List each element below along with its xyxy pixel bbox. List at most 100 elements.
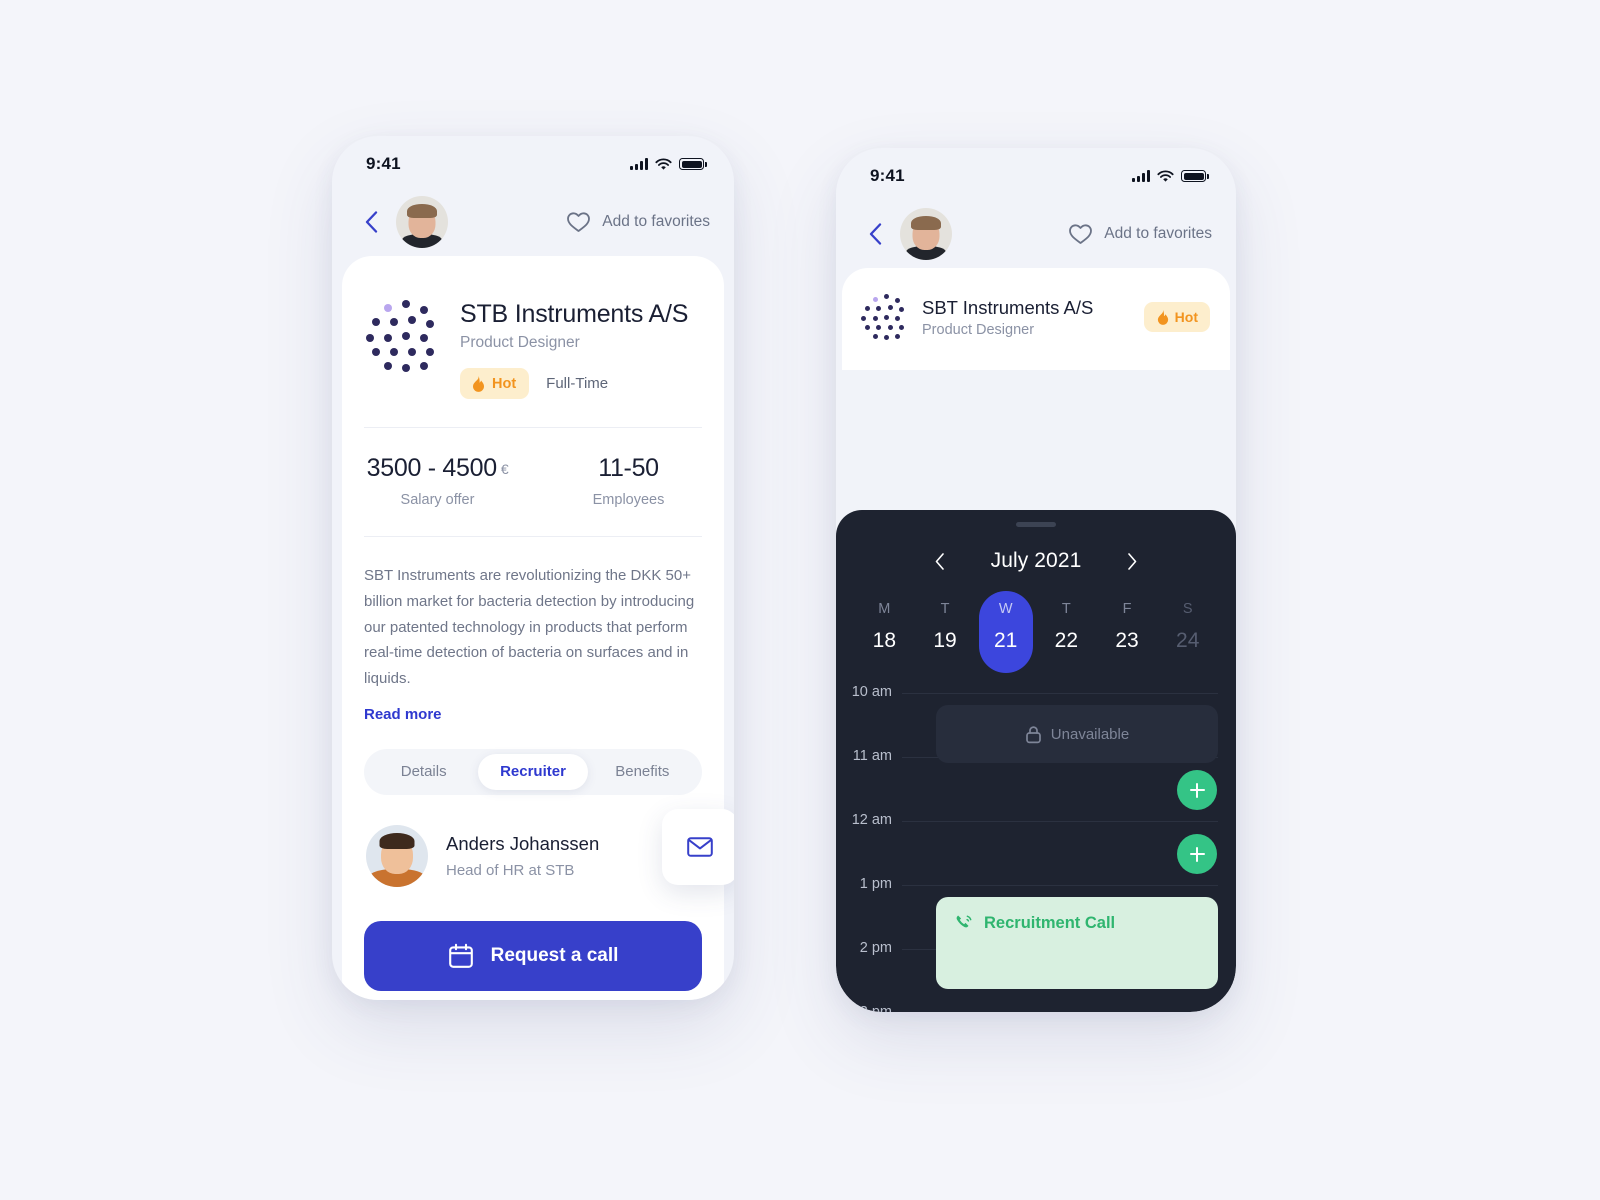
day-letter: M bbox=[878, 601, 891, 617]
chevron-left-icon bbox=[365, 211, 377, 233]
day-letter: S bbox=[1182, 601, 1193, 617]
employment-type: Full-Time bbox=[546, 375, 609, 392]
salary-currency: € bbox=[500, 461, 509, 477]
next-month-button[interactable] bbox=[1121, 550, 1143, 572]
add-slot-button[interactable] bbox=[1177, 770, 1217, 810]
unavailable-label: Unavailable bbox=[1050, 725, 1130, 743]
calendar-day-21-selected[interactable]: W 21 bbox=[975, 589, 1036, 667]
timeline-hour-label: 11 am bbox=[852, 748, 892, 764]
back-button[interactable] bbox=[358, 209, 384, 235]
timeline-hour-label: 3 pm bbox=[859, 1004, 892, 1012]
canvas: 9:41 Add to favorites STB Instruments A/… bbox=[0, 0, 1600, 1200]
day-number: 22 bbox=[1054, 629, 1079, 652]
request-a-call-button[interactable]: Request a call bbox=[364, 920, 702, 991]
phone-screen-booking: 9:41 Add to favorites SBT Instruments A/… bbox=[836, 148, 1236, 1012]
company-name: SBT Instruments A/S bbox=[922, 296, 1094, 318]
calendar-header: July 2021 bbox=[836, 549, 1236, 573]
day-number: 18 bbox=[872, 629, 897, 652]
hot-badge: Hot bbox=[460, 368, 530, 399]
booking-sheet: July 2021 M 18 T 19 W 21 T 22 F 23 S 24 … bbox=[836, 510, 1236, 1012]
calendar-day-24[interactable]: S 24 bbox=[1157, 589, 1218, 667]
day-letter: F bbox=[1122, 601, 1132, 617]
salary-value: 3500 - 4500 € bbox=[342, 454, 533, 483]
chevron-left-icon bbox=[869, 223, 881, 245]
sheet-drag-handle[interactable] bbox=[1016, 522, 1056, 527]
timeline-hour-label: 10 am bbox=[851, 684, 892, 700]
add-slot-button[interactable] bbox=[1177, 834, 1217, 874]
company-description: SBT Instruments are revolutionizing the … bbox=[364, 567, 695, 688]
recruiter-role: Head of HR at STB bbox=[446, 861, 575, 879]
add-to-favorites-button[interactable]: Add to favorites bbox=[566, 211, 710, 233]
unavailable-slot: Unavailable bbox=[936, 705, 1218, 763]
add-to-favorites-label: Add to favorites bbox=[1104, 225, 1212, 242]
recruiter-face bbox=[366, 825, 428, 887]
flame-icon bbox=[473, 375, 484, 392]
hot-badge: Hot bbox=[1143, 302, 1210, 332]
battery-icon bbox=[679, 158, 707, 170]
event-title-row: Recruitment Call bbox=[954, 913, 1200, 933]
nav-bar: Add to favorites bbox=[836, 194, 1236, 268]
request-a-call-label: Request a call bbox=[490, 944, 619, 966]
status-bar-time: 9:41 bbox=[366, 154, 401, 173]
event-title: Recruitment Call bbox=[984, 913, 1116, 932]
timeline-gridline bbox=[902, 885, 1218, 886]
wifi-icon bbox=[1157, 169, 1174, 182]
recruiter-row: Anders Johanssen Head of HR at STB bbox=[342, 795, 734, 887]
calendar-icon bbox=[448, 943, 473, 968]
employees-label: Employees bbox=[592, 492, 665, 508]
day-number: 19 bbox=[933, 629, 957, 652]
day-timeline: 10 am 11 am Unavailable 12 am 1 pm 2 pm … bbox=[836, 684, 1236, 1012]
company-info: STB Instruments A/S Product Designer Hot… bbox=[460, 294, 688, 399]
chevron-right-icon bbox=[1128, 552, 1137, 570]
dot-cluster-logo-icon bbox=[860, 292, 912, 344]
status-bar: 9:41 bbox=[836, 148, 1236, 194]
calendar-day-strip: M 18 T 19 W 21 T 22 F 23 S 24 bbox=[854, 589, 1218, 667]
recruiter-name: Anders Johanssen bbox=[446, 832, 600, 854]
day-number: 23 bbox=[1115, 629, 1139, 652]
read-more-link[interactable]: Read more bbox=[342, 692, 724, 723]
dot-cluster-logo-icon bbox=[364, 296, 446, 378]
user-avatar[interactable] bbox=[900, 208, 952, 260]
timeline-hour-label: 2 pm bbox=[859, 940, 892, 956]
phone-call-icon bbox=[956, 915, 972, 928]
avatar-face bbox=[900, 208, 952, 260]
salary-label: Salary offer bbox=[400, 492, 475, 508]
salary-amount: 3500 - 4500 bbox=[366, 454, 497, 482]
company-name: STB Instruments A/S bbox=[460, 300, 689, 328]
hot-badge-label: Hot bbox=[1174, 309, 1198, 325]
tab-recruiter[interactable]: Recruiter bbox=[478, 753, 588, 790]
phone-screen-job-detail: 9:41 Add to favorites STB Instruments A/… bbox=[332, 136, 734, 1000]
timeline-gridline bbox=[902, 821, 1218, 822]
employees-value: 11-50 bbox=[598, 454, 659, 482]
tab-details[interactable]: Details bbox=[369, 754, 478, 790]
email-recruiter-button[interactable] bbox=[662, 808, 734, 885]
user-avatar[interactable] bbox=[396, 196, 448, 248]
job-tags: Hot Full-Time bbox=[460, 368, 688, 399]
day-letter: T bbox=[1061, 601, 1071, 617]
job-role: Product Designer bbox=[460, 334, 580, 351]
day-letter: W bbox=[998, 601, 1013, 617]
add-to-favorites-button[interactable]: Add to favorites bbox=[1068, 223, 1212, 245]
day-letter: T bbox=[940, 601, 950, 617]
calendar-day-23[interactable]: F 23 bbox=[1097, 589, 1158, 667]
calendar-month-label: July 2021 bbox=[990, 549, 1082, 572]
stats-row: 3500 - 4500 € Salary offer 11-50 Employee… bbox=[342, 428, 724, 508]
stat-employees: 11-50 Employees bbox=[533, 454, 724, 508]
add-to-favorites-label: Add to favorites bbox=[602, 213, 710, 230]
calendar-day-19[interactable]: T 19 bbox=[915, 589, 976, 667]
tab-benefits[interactable]: Benefits bbox=[588, 754, 697, 790]
calendar-day-18[interactable]: M 18 bbox=[854, 589, 915, 667]
heart-icon bbox=[567, 212, 591, 232]
avatar-face bbox=[396, 196, 448, 248]
previous-month-button[interactable] bbox=[929, 550, 951, 572]
event-recruitment-call[interactable]: Recruitment Call bbox=[936, 897, 1218, 989]
timeline-hour-label: 12 am bbox=[851, 812, 892, 828]
back-button[interactable] bbox=[862, 221, 888, 247]
status-bar-icons bbox=[630, 157, 707, 171]
wifi-icon bbox=[655, 157, 672, 170]
job-role: Product Designer bbox=[922, 321, 1035, 338]
nav-bar: Add to favorites bbox=[332, 182, 734, 256]
calendar-day-22[interactable]: T 22 bbox=[1036, 589, 1097, 667]
battery-icon bbox=[1181, 170, 1209, 182]
status-bar: 9:41 bbox=[332, 136, 734, 182]
